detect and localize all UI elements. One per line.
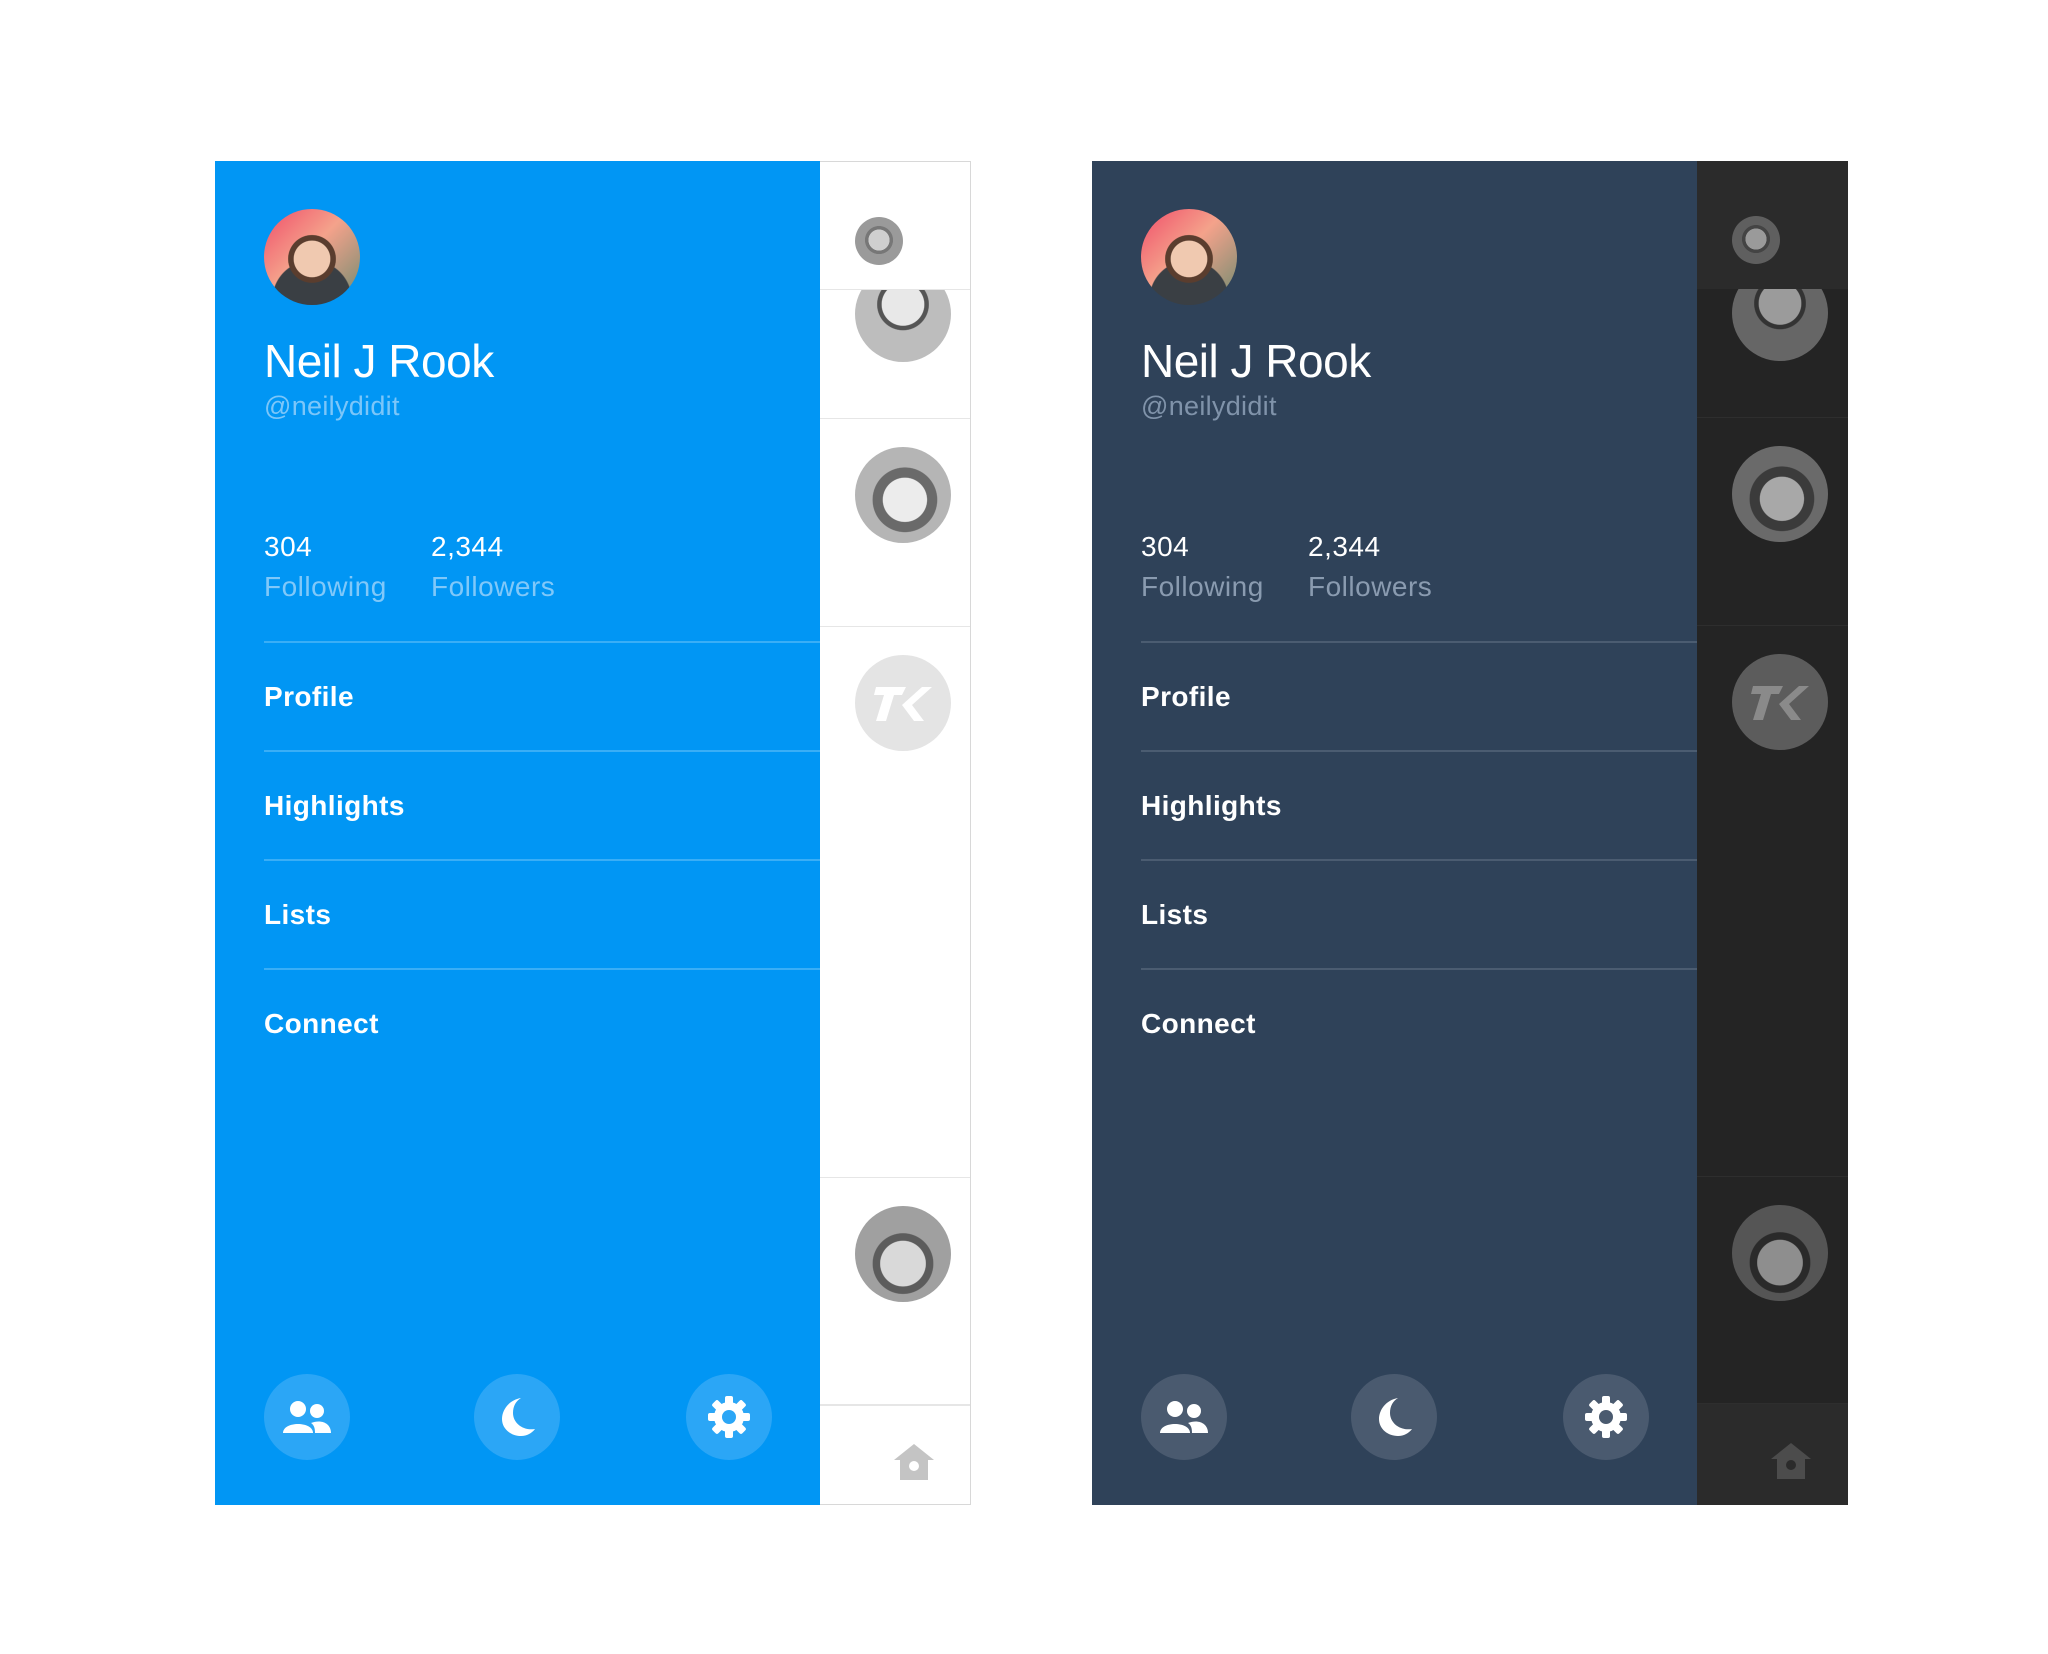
followers-stat[interactable]: 2,344 Followers <box>1308 531 1432 603</box>
following-count: 304 <box>1141 531 1190 562</box>
home-icon <box>894 1444 934 1480</box>
menu-item-profile[interactable]: Profile <box>1141 641 1697 750</box>
twitterrific-avatar[interactable] <box>855 655 951 751</box>
light-theme-screen: Neil J Rook @neilydidit 304 Following 2,… <box>215 161 971 1505</box>
settings-button[interactable] <box>686 1374 772 1460</box>
night-mode-button[interactable] <box>474 1374 560 1460</box>
timeline-avatar[interactable] <box>855 1206 951 1302</box>
menu-item-connect[interactable]: Connect <box>264 968 820 1077</box>
accounts-icon <box>1160 1401 1208 1433</box>
night-mode-icon <box>502 1398 535 1436</box>
account-avatar[interactable] <box>855 217 903 265</box>
menu-item-lists[interactable]: Lists <box>264 859 820 968</box>
followers-stat[interactable]: 2,344 Followers <box>431 531 555 603</box>
menu-item-profile[interactable]: Profile <box>264 641 820 750</box>
settings-button[interactable] <box>1563 1374 1649 1460</box>
accounts-icon <box>283 1401 331 1433</box>
night-mode-button[interactable] <box>1351 1374 1437 1460</box>
timeline-row <box>820 1178 970 1405</box>
dark-theme-screen: Neil J Rook @neilydidit 304 Following 2,… <box>1092 161 1848 1505</box>
menu-item-highlights[interactable]: Highlights <box>1141 750 1697 859</box>
user-avatar[interactable] <box>264 209 360 305</box>
twitterrific-k-logo <box>855 655 951 751</box>
timeline-row <box>1697 626 1848 1177</box>
user-avatar[interactable] <box>1141 209 1237 305</box>
user-handle: @neilydidit <box>264 391 400 421</box>
following-label: Following <box>264 571 387 602</box>
following-count: 304 <box>264 531 313 562</box>
timeline-avatar[interactable] <box>1732 446 1828 542</box>
following-label: Following <box>1141 571 1264 602</box>
strip-top-bar <box>820 162 970 290</box>
timeline-row <box>820 290 970 419</box>
accounts-button[interactable] <box>264 1374 350 1460</box>
followers-label: Followers <box>431 571 556 602</box>
twitterrific-k-logo <box>1732 654 1828 750</box>
strip-top-bar <box>1697 161 1848 289</box>
twitterrific-avatar[interactable] <box>1732 654 1828 750</box>
timeline-row <box>1697 1177 1848 1404</box>
navigation-drawer: Neil J Rook @neilydidit 304 Following 2,… <box>215 161 820 1505</box>
menu-item-lists[interactable]: Lists <box>1141 859 1697 968</box>
navigation-drawer: Neil J Rook @neilydidit 304 Following 2,… <box>1092 161 1697 1505</box>
timeline-strip <box>1697 161 1848 1505</box>
menu-item-connect[interactable]: Connect <box>1141 968 1697 1077</box>
settings-icon <box>1585 1396 1627 1438</box>
followers-label: Followers <box>1308 571 1433 602</box>
menu-item-highlights[interactable]: Highlights <box>264 750 820 859</box>
user-handle: @neilydidit <box>1141 391 1277 421</box>
account-avatar[interactable] <box>1732 216 1780 264</box>
user-name: Neil J Rook <box>264 335 494 387</box>
night-mode-icon <box>1379 1398 1412 1436</box>
timeline-row <box>1697 418 1848 626</box>
drawer-menu: Profile Highlights Lists Connect <box>1141 641 1697 1077</box>
following-stat[interactable]: 304 Following <box>264 531 387 603</box>
following-stat[interactable]: 304 Following <box>1141 531 1264 603</box>
home-button[interactable] <box>1768 1438 1814 1484</box>
followers-count: 2,344 <box>431 531 504 562</box>
accounts-button[interactable] <box>1141 1374 1227 1460</box>
timeline-row <box>1697 289 1848 418</box>
timeline-row <box>820 419 970 627</box>
timeline-avatar[interactable] <box>855 447 951 543</box>
followers-count: 2,344 <box>1308 531 1381 562</box>
home-button[interactable] <box>891 1439 937 1485</box>
timeline-row <box>820 627 970 1178</box>
user-name: Neil J Rook <box>1141 335 1371 387</box>
timeline-avatar[interactable] <box>1732 1205 1828 1301</box>
drawer-menu: Profile Highlights Lists Connect <box>264 641 820 1077</box>
home-icon <box>1771 1443 1811 1479</box>
timeline-strip <box>820 161 971 1505</box>
settings-icon <box>708 1396 750 1438</box>
